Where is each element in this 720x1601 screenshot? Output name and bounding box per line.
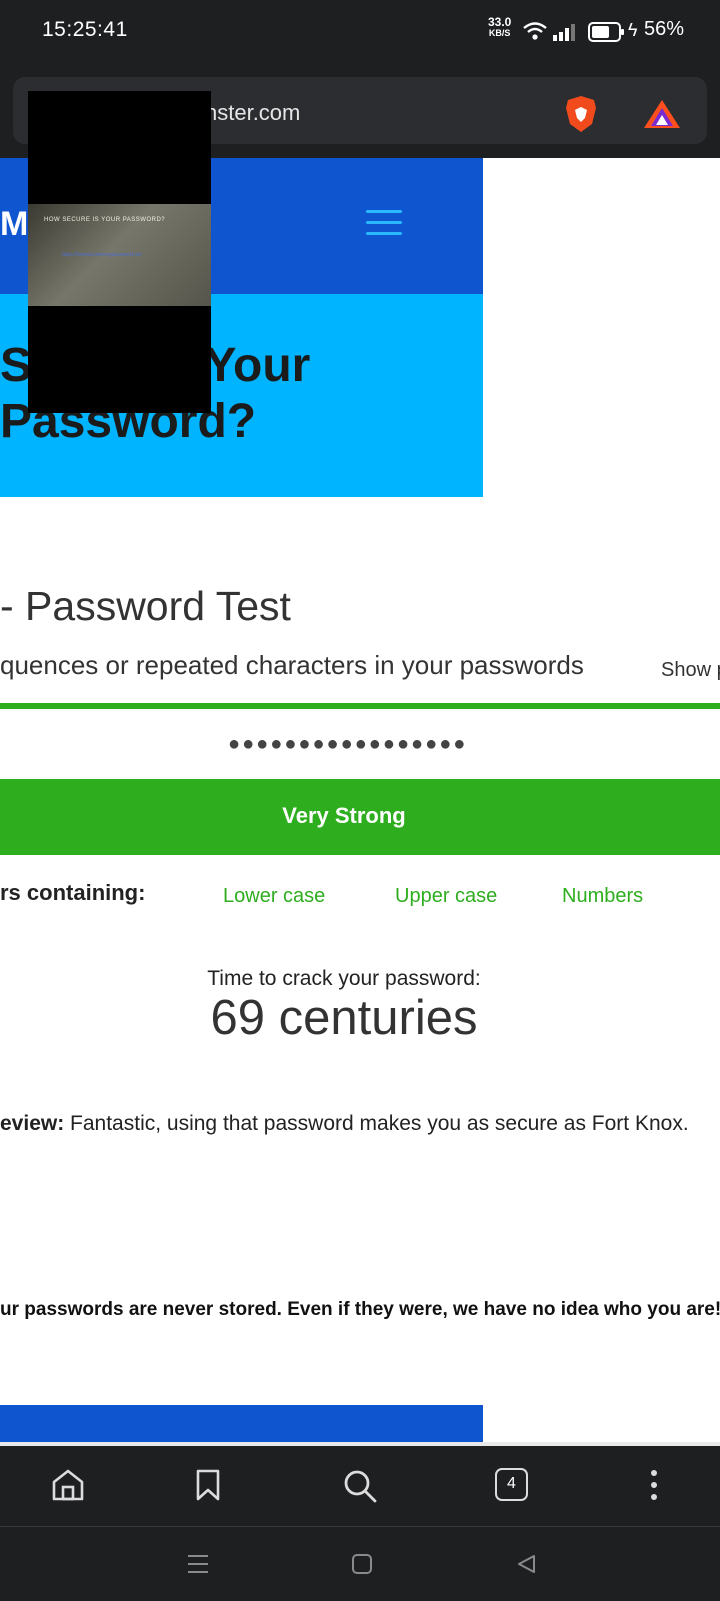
privacy-note: ur passwords are never stored. Even if t… xyxy=(0,1299,720,1320)
contains-label: rs containing: xyxy=(0,880,146,905)
back-button-icon[interactable] xyxy=(515,1553,537,1575)
more-options-icon[interactable] xyxy=(644,1468,664,1502)
password-masked-value: ●●●●●●●●●●●●●●●●● xyxy=(228,733,468,755)
net-speed-value: 33.0 xyxy=(488,15,512,29)
battery-percent: 56% xyxy=(644,18,685,40)
crack-time-label: Time to crack your password: xyxy=(207,967,481,990)
net-speed-unit: KB/S xyxy=(488,28,511,38)
review-text: eview: Fantastic, using that password ma… xyxy=(0,1112,689,1136)
home-icon[interactable] xyxy=(51,1468,85,1502)
strength-label: Very Strong xyxy=(282,803,406,828)
battery-icon xyxy=(588,22,624,42)
brave-shield-icon[interactable] xyxy=(563,94,599,134)
recent-apps-icon[interactable] xyxy=(186,1553,210,1575)
test-title: - Password Test xyxy=(0,583,291,629)
bookmark-icon[interactable] xyxy=(194,1468,222,1502)
net-speed: 33.0 KB/S xyxy=(488,15,512,39)
footer-banner xyxy=(0,1405,483,1445)
site-logo[interactable]: M xyxy=(0,205,28,244)
tag-numbers: Numbers xyxy=(562,885,644,907)
charging-icon: ϟ xyxy=(628,20,638,40)
review-body: Fantastic, using that password makes you… xyxy=(64,1112,689,1135)
status-time: 15:25:41 xyxy=(42,18,128,41)
tag-lower-case: Lower case xyxy=(223,885,326,907)
wifi-icon xyxy=(523,22,547,40)
signal-icon xyxy=(553,24,575,41)
crack-time-value: 69 centuries xyxy=(210,991,478,1045)
tabs-count-icon[interactable]: 4 xyxy=(495,1468,528,1501)
test-subtitle: quences or repeated characters in your p… xyxy=(0,650,584,680)
show-password-toggle[interactable]: Show p xyxy=(661,659,720,682)
brave-rewards-icon[interactable] xyxy=(643,98,681,130)
thumbnail-url: https://howsecureismypassword.net xyxy=(62,252,142,258)
search-icon[interactable] xyxy=(342,1468,378,1504)
home-button-icon[interactable] xyxy=(351,1553,373,1575)
url-text[interactable]: nster.com xyxy=(205,100,300,126)
tag-upper-case: Upper case xyxy=(395,885,498,907)
review-label: eview: xyxy=(0,1112,65,1135)
hamburger-menu-icon[interactable] xyxy=(366,210,402,243)
thumbnail-title: HOW SECURE IS YOUR PASSWORD? xyxy=(44,217,166,223)
